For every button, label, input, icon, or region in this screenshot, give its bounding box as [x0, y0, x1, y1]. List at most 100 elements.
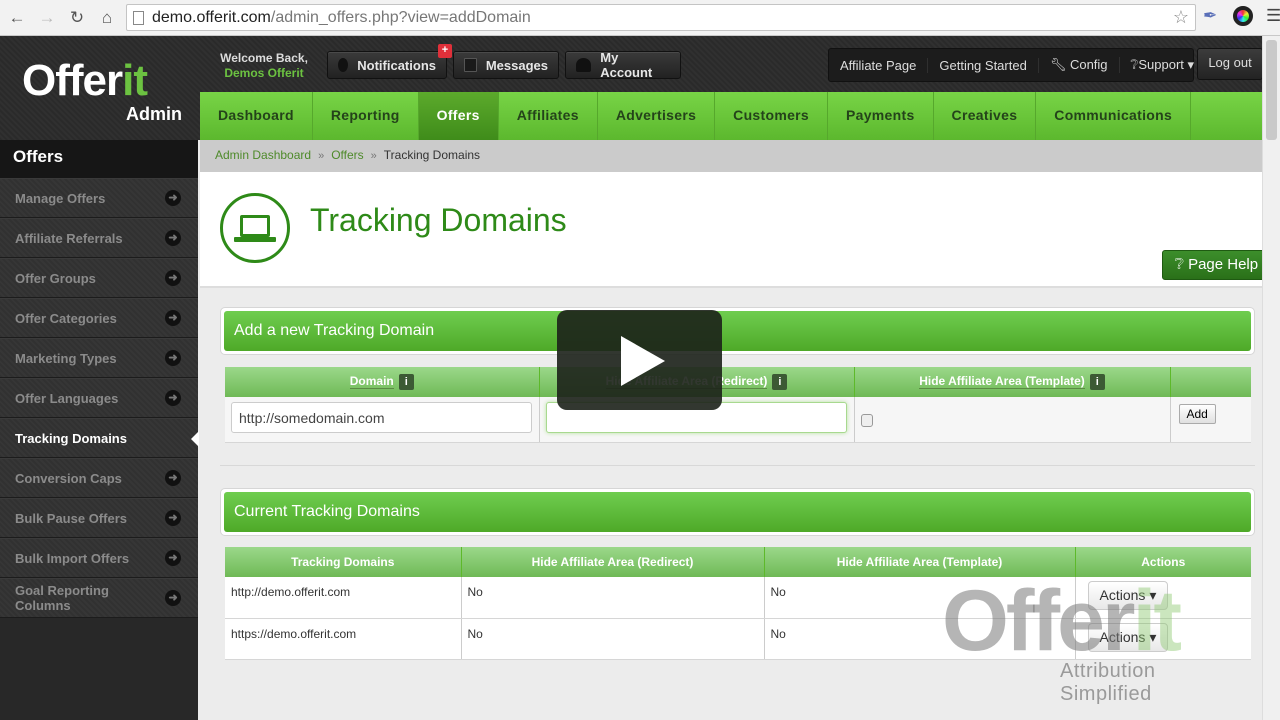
column-header-tracking-domains[interactable]: Tracking Domains [225, 547, 462, 577]
breadcrumb-current: Tracking Domains [383, 148, 481, 162]
sidebar-item-conversion-caps[interactable]: Conversion Caps ➜ [0, 458, 198, 498]
nav-tab-payments[interactable]: Payments [828, 92, 934, 140]
arrow-circle-icon: ➜ [165, 190, 181, 206]
current-domains-table: Tracking Domains Hide Affiliate Area (Re… [225, 547, 1251, 660]
video-play-button[interactable] [557, 310, 722, 410]
section-divider [220, 465, 1255, 466]
wrench-icon: 🔧︎ [1049, 57, 1070, 72]
main-nav: Dashboard Reporting Offers Affiliates Ad… [200, 92, 1262, 140]
arrow-circle-icon: ➜ [165, 470, 181, 486]
column-header-template: Hide Affiliate Area (Template) i [854, 367, 1171, 397]
nav-tab-reporting[interactable]: Reporting [313, 92, 419, 140]
page-help-button[interactable]: ❔︎ Page Help [1162, 250, 1271, 280]
add-domain-button[interactable]: Add [1178, 404, 1216, 424]
caret-down-icon: ▾ [1149, 628, 1157, 645]
nav-tab-creatives[interactable]: Creatives [934, 92, 1037, 140]
menu-icon[interactable]: ☰ [1266, 6, 1280, 26]
sidebar-item-label: Conversion Caps [15, 470, 122, 486]
column-header-label: Hide Affiliate Area (Template) [919, 374, 1085, 390]
hide-template-checkbox[interactable] [860, 414, 873, 427]
sidebar-item-marketing-types[interactable]: Marketing Types ➜ [0, 338, 198, 378]
user-icon [576, 58, 592, 72]
page-title: Tracking Domains [310, 202, 567, 238]
sidebar-item-offer-languages[interactable]: Offer Languages ➜ [0, 378, 198, 418]
cell-template: No [764, 618, 1076, 660]
actions-dropdown-button[interactable]: Actions ▾ [1087, 581, 1169, 610]
url-path: /admin_offers.php?view=addDomain [270, 8, 531, 26]
breadcrumb-offers[interactable]: Offers [331, 148, 363, 162]
nav-tab-offers[interactable]: Offers [418, 92, 499, 140]
column-header-blank [1170, 367, 1251, 397]
welcome-user[interactable]: Demos Offerit [212, 66, 316, 81]
affiliate-page-link[interactable]: Affiliate Page [829, 57, 929, 73]
table-row: http://demo.offerit.com No No Actions ▾ [225, 577, 1251, 619]
nav-tab-advertisers[interactable]: Advertisers [598, 92, 716, 140]
messages-button[interactable]: Messages [453, 51, 559, 79]
sidebar-item-offer-categories[interactable]: Offer Categories ➜ [0, 298, 198, 338]
scrollbar-thumb[interactable] [1266, 40, 1277, 140]
breadcrumb-admin-dashboard[interactable]: Admin Dashboard [215, 148, 311, 162]
getting-started-link[interactable]: Getting Started [928, 57, 1039, 73]
nav-tab-customers[interactable]: Customers [715, 92, 828, 140]
column-header-template[interactable]: Hide Affiliate Area (Template) [764, 547, 1076, 577]
bookmark-star-icon[interactable]: ☆ [1173, 7, 1189, 28]
column-header-actions: Actions [1075, 547, 1251, 577]
sidebar-item-manage-offers[interactable]: Manage Offers ➜ [0, 178, 198, 218]
page-header: Tracking Domains ❔︎ Page Help [200, 172, 1280, 288]
arrow-circle-icon: ➜ [165, 310, 181, 326]
arrow-circle-icon: ➜ [165, 230, 181, 246]
info-icon[interactable]: i [772, 374, 788, 390]
welcome-text: Welcome Back, [220, 51, 308, 65]
table-row: https://demo.offerit.com No No Actions ▾ [225, 618, 1251, 660]
sidebar-item-label: Goal Reporting Columns [15, 583, 109, 613]
support-dropdown[interactable]: ❔︎Support ▾ [1120, 57, 1206, 73]
nav-tab-dashboard[interactable]: Dashboard [200, 92, 313, 140]
logo-text: Offer [22, 56, 123, 105]
actions-dropdown-button[interactable]: Actions ▾ [1087, 622, 1169, 652]
add-domain-table: Domaini Hide Affiliate Area (Redirect)i … [225, 367, 1251, 443]
notifications-button[interactable]: Notifications + [327, 44, 452, 79]
notifications-label: Notifications [357, 57, 436, 73]
current-domains-panel-title: Current Tracking Domains [224, 492, 1251, 532]
breadcrumb-separator: » [318, 150, 325, 162]
info-icon[interactable]: i [1089, 374, 1105, 390]
reload-icon[interactable]: ↻ [64, 5, 90, 31]
column-header-redirect[interactable]: Hide Affiliate Area (Redirect) [461, 547, 765, 577]
chat-bubble-icon [338, 58, 349, 72]
caret-down-icon: ▾ [1149, 587, 1157, 603]
config-link[interactable]: 🔧︎ Config [1039, 57, 1120, 73]
add-domain-panel-title: Add a new Tracking Domain [224, 311, 1251, 351]
messages-label: Messages [485, 57, 548, 73]
sidebar-item-offer-groups[interactable]: Offer Groups ➜ [0, 258, 198, 298]
actions-label: Actions [1099, 628, 1146, 645]
eyedropper-icon[interactable]: ✒ [1203, 6, 1217, 26]
color-wheel-icon[interactable] [1233, 6, 1253, 26]
config-label: Config [1069, 57, 1108, 72]
forward-arrow-icon[interactable]: → [34, 5, 60, 31]
back-arrow-icon[interactable]: ← [4, 5, 30, 31]
sidebar-item-tracking-domains[interactable]: Tracking Domains [0, 418, 199, 458]
support-label: Support [1138, 57, 1184, 72]
offerit-logo[interactable]: Offerit Admin [22, 56, 192, 126]
my-account-button[interactable]: My Account [565, 50, 681, 80]
sidebar-item-bulk-pause-offers[interactable]: Bulk Pause Offers ➜ [0, 498, 198, 538]
sidebar-item-bulk-import-offers[interactable]: Bulk Import Offers ➜ [0, 538, 198, 578]
page-scrollbar[interactable] [1262, 36, 1280, 720]
sidebar: Offers Manage Offers ➜ Affiliate Referral… [0, 140, 199, 720]
address-bar[interactable]: demo.offerit.com/admin_offers.php?view=a… [126, 4, 1196, 31]
sidebar-item-label: Bulk Pause Offers [15, 510, 127, 526]
sidebar-item-goal-reporting-columns[interactable]: Goal Reporting Columns ➜ [0, 578, 198, 618]
nav-tab-communications[interactable]: Communications [1036, 92, 1192, 140]
logout-button[interactable]: Log out [1197, 48, 1263, 80]
watermark-tagline: Attribution Simplified [1060, 660, 1156, 705]
home-icon[interactable]: ⌂ [94, 5, 120, 31]
browser-toolbar: ← → ↻ ⌂ demo.offerit.com/admin_offers.ph… [0, 0, 1280, 36]
domain-input[interactable] [231, 402, 532, 433]
arrow-circle-icon: ➜ [165, 590, 181, 606]
info-icon[interactable]: i [398, 374, 414, 390]
sidebar-item-label: Bulk Import Offers [15, 550, 130, 566]
breadcrumb: Admin Dashboard » Offers » Tracking Domains [200, 140, 1280, 172]
laptop-icon [220, 193, 290, 263]
nav-tab-affiliates[interactable]: Affiliates [499, 92, 598, 140]
sidebar-item-affiliate-referrals[interactable]: Affiliate Referrals ➜ [0, 218, 198, 258]
